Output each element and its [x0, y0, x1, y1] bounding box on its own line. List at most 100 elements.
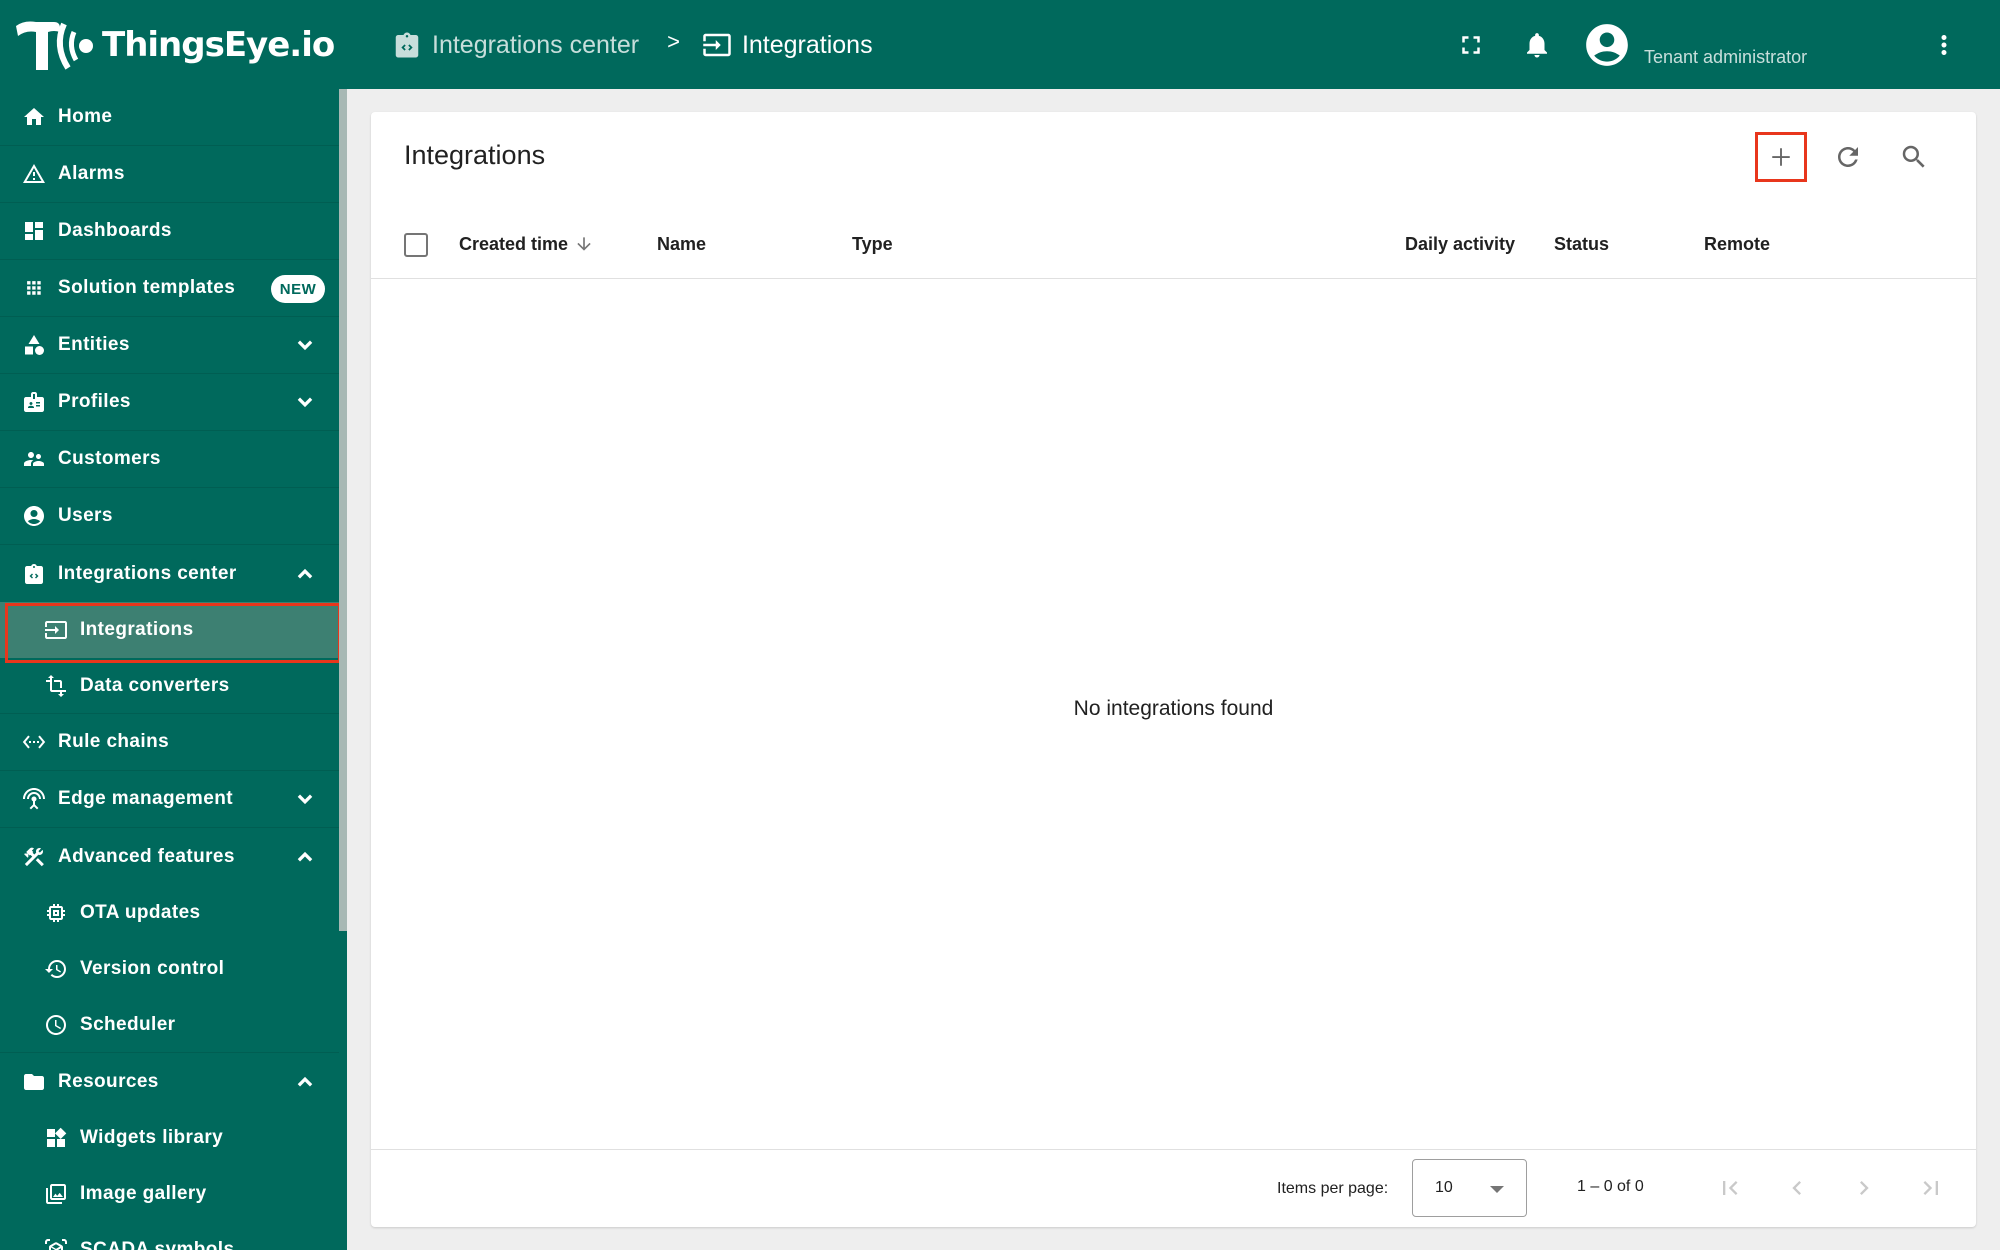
breadcrumb-separator: >: [667, 29, 680, 54]
next-page-button[interactable]: [1842, 1166, 1886, 1210]
sidebar-item-ota-updates[interactable]: OTA updates: [0, 885, 339, 941]
sidebar-item-label: Profiles: [58, 391, 131, 412]
sidebar-item-label: Version control: [80, 958, 225, 979]
sidebar-item-dashboards[interactable]: Dashboards: [0, 203, 339, 260]
sidebar-item-widgets-library[interactable]: Widgets library: [0, 1110, 339, 1166]
chevron-down-icon[interactable]: [292, 786, 318, 812]
column-label: Name: [657, 233, 707, 254]
sidebar-item-customers[interactable]: Customers: [0, 431, 339, 488]
sidebar-item-label: Resources: [58, 1070, 159, 1092]
add-integration-button[interactable]: [1755, 132, 1807, 182]
input-icon: [703, 33, 731, 57]
sidebar-item-profiles[interactable]: Profiles: [0, 374, 339, 431]
column-remote: Remote: [1704, 209, 1770, 279]
sidebar-item-edge-management[interactable]: Edge management: [0, 771, 339, 828]
sidebar-item-version-control[interactable]: Version control: [0, 941, 339, 997]
sidebar-item-scada-symbols[interactable]: SCADA symbols: [0, 1222, 339, 1250]
category-icon: [22, 333, 46, 357]
column-label: Remote: [1704, 233, 1771, 254]
construction-icon: [22, 845, 46, 869]
brand-name: ThingsEye.io: [102, 25, 335, 65]
dropdown-arrow-icon: [1490, 1186, 1504, 1193]
sidebar-item-integrations[interactable]: Integrations: [0, 602, 341, 663]
fullscreen-button[interactable]: [1449, 23, 1493, 67]
refresh-icon: [1838, 147, 1858, 167]
more-menu-button[interactable]: [1922, 23, 1966, 67]
sidebar-item-solution-templates[interactable]: Solution templates NEW: [0, 260, 339, 317]
sidebar-scrollbar[interactable]: [339, 89, 347, 931]
items-per-page-label: Items per page:: [1277, 1180, 1389, 1197]
breadcrumb-label: Integrations: [741, 30, 873, 59]
chevron-down-icon[interactable]: [292, 389, 318, 415]
breadcrumb-label: Integrations center: [432, 30, 640, 59]
chevron-up-icon[interactable]: [292, 844, 318, 870]
breadcrumb-integrations-center[interactable]: Integrations center: [392, 30, 639, 60]
logo[interactable]: ThingsEye.io: [14, 18, 335, 72]
memory-icon: [44, 901, 68, 925]
settings-ethernet-icon: [22, 730, 46, 754]
breadcrumb: Integrations center > Integrations: [392, 24, 873, 66]
sidebar-item-label: Integrations: [80, 619, 194, 640]
sidebar-item-entities[interactable]: Entities: [0, 317, 339, 374]
folder-icon: [22, 1070, 46, 1094]
widgets-icon: [44, 1126, 68, 1150]
sidebar-item-advanced-features[interactable]: Advanced features: [0, 828, 339, 885]
account-circle-icon: [1586, 24, 1628, 66]
sidebar-item-resources[interactable]: Resources: [0, 1053, 339, 1110]
sidebar-item-label: Integrations center: [58, 562, 237, 584]
user-role[interactable]: Tenant administrator: [1644, 47, 1807, 68]
settings-input-antenna-icon: [22, 787, 46, 811]
sidebar-item-label: Home: [58, 106, 113, 127]
thingseye-logo-icon: [16, 21, 93, 70]
sidebar-item-label: SCADA symbols: [80, 1239, 235, 1250]
sidebar-item-image-gallery[interactable]: Image gallery: [0, 1166, 339, 1222]
column-type[interactable]: Type: [852, 209, 893, 279]
items-per-page-select[interactable]: 10: [1412, 1159, 1527, 1217]
photo-library-icon: [44, 1182, 68, 1206]
new-badge: NEW: [271, 275, 325, 303]
column-daily-activity: Daily activity: [1405, 209, 1515, 279]
first-page-button[interactable]: [1708, 1166, 1752, 1210]
sidebar-item-home[interactable]: Home: [0, 89, 339, 146]
chevron-right-icon: [1860, 1181, 1869, 1195]
dashboard-icon: [22, 219, 46, 243]
notifications-button[interactable]: [1515, 23, 1559, 67]
column-label: Created time: [459, 233, 569, 254]
sidebar-item-rule-chains[interactable]: Rule chains: [0, 714, 339, 771]
user-avatar-button[interactable]: [1582, 20, 1632, 70]
sidebar-item-label: Data converters: [80, 674, 230, 696]
sidebar-item-label: Users: [58, 505, 113, 526]
input-icon: [44, 618, 68, 642]
sidebar-item-integrations-center[interactable]: Integrations center: [0, 545, 339, 602]
column-label: Status: [1554, 233, 1610, 254]
sidebar-item-users[interactable]: Users: [0, 488, 339, 545]
column-name[interactable]: Name: [657, 209, 706, 279]
supervisor-account-icon: [22, 447, 46, 471]
previous-page-button[interactable]: [1775, 1166, 1819, 1210]
chevron-up-icon[interactable]: [292, 1069, 318, 1095]
search-button[interactable]: [1888, 132, 1940, 182]
chevron-down-icon[interactable]: [292, 332, 318, 358]
sidebar-item-data-converters[interactable]: Data converters: [0, 658, 339, 714]
first-page-icon: [1723, 1181, 1738, 1195]
select-all-checkbox[interactable]: [404, 233, 428, 257]
sidebar-item-scheduler[interactable]: Scheduler: [0, 997, 339, 1053]
schedule-icon: [44, 1013, 68, 1037]
sidebar: Home Alarms Dashboards Solution template…: [0, 89, 347, 1250]
breadcrumb-integrations: Integrations: [702, 30, 873, 60]
page-range-label: 1 – 0 of 0: [1577, 1178, 1644, 1195]
sidebar-item-label: Edge management: [58, 788, 233, 809]
last-page-button[interactable]: [1909, 1166, 1953, 1210]
refresh-button[interactable]: [1822, 132, 1874, 182]
warning-icon: [22, 162, 46, 186]
more-vert-icon: [1941, 35, 1947, 55]
table-header: Created time Name Type Daily activity St…: [371, 209, 1976, 279]
sidebar-item-alarms[interactable]: Alarms: [0, 146, 339, 203]
search-icon: [1902, 145, 1925, 168]
chevron-up-icon[interactable]: [292, 561, 318, 587]
sidebar-item-label: OTA updates: [80, 902, 201, 923]
column-created-time[interactable]: Created time: [459, 209, 594, 279]
transform-icon: [44, 674, 68, 698]
sidebar-item-label: Customers: [58, 448, 161, 469]
paginator: Items per page: 10 1 – 0 of 0: [371, 1149, 1976, 1227]
